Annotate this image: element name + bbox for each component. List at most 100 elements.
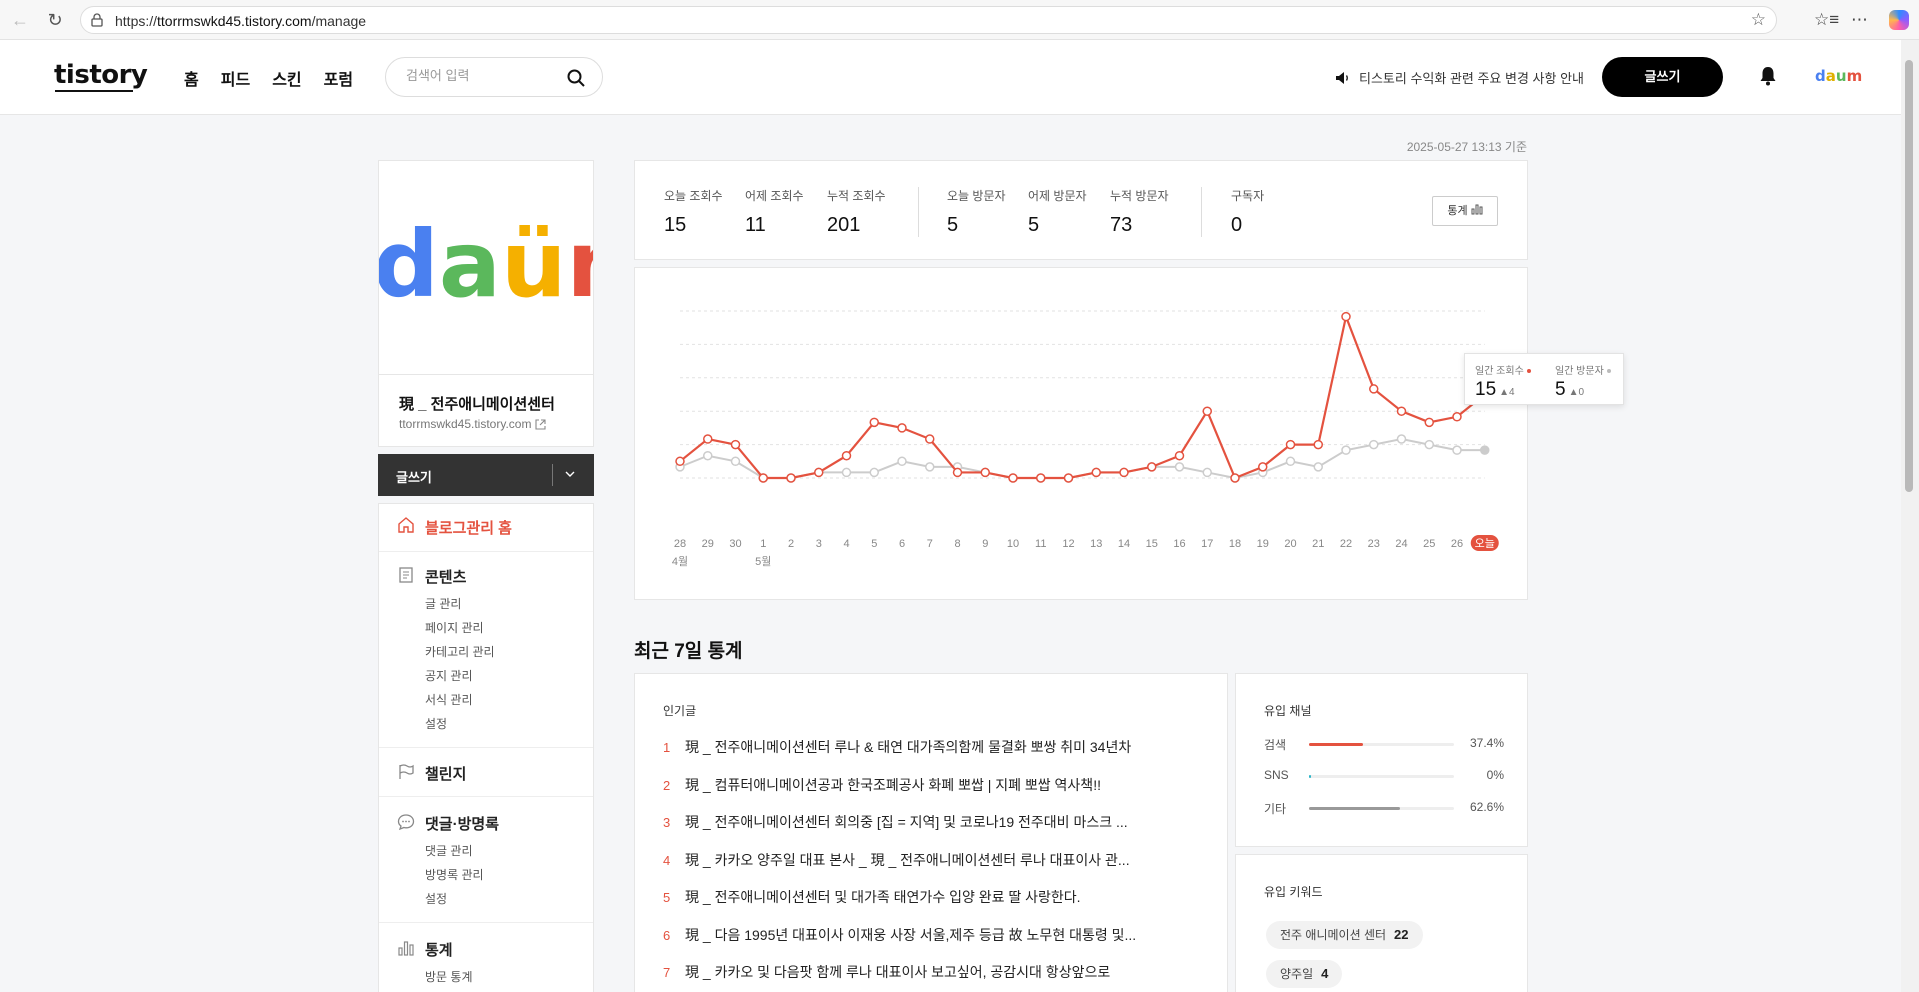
sidebar-subitem-notices[interactable]: 공지 관리 xyxy=(425,667,473,684)
x-tick-label: 6 xyxy=(899,538,905,550)
inflow-channel-row: 검색 37.4% xyxy=(1264,736,1504,752)
sidebar-subitem-guestbook-manage[interactable]: 방명록 관리 xyxy=(425,866,484,883)
data-point xyxy=(1174,450,1185,461)
stat-label: 오늘 방문자 xyxy=(947,189,1006,203)
nav-home[interactable]: 홈 xyxy=(184,66,199,90)
sidebar-item-comments[interactable]: 댓글·방명록 xyxy=(425,813,499,834)
channel-bar-fill xyxy=(1309,775,1311,778)
notice-banner[interactable]: 티스토리 수익화 관련 주요 변경 사항 안내 xyxy=(1335,68,1584,87)
recent-stats-title: 최근 7일 통계 xyxy=(634,641,743,662)
bell-icon[interactable] xyxy=(1759,66,1777,86)
data-point xyxy=(1202,406,1212,416)
popular-post-item[interactable]: 2 現 _ 컴퓨터애니메이션공과 한국조폐공사 화폐 뽀쌉 | 지폐 뽀쌉 역사책… xyxy=(663,775,1203,795)
popular-post-item[interactable]: 7 現 _ 카카오 및 다음팟 함께 루나 대표이사 보고싶어, 공감시대 항상앞… xyxy=(663,962,1203,982)
copilot-icon[interactable] xyxy=(1889,10,1909,30)
sidebar-subitem-templates[interactable]: 서식 관리 xyxy=(425,691,473,708)
inflow-label: 유입 채널 xyxy=(1264,704,1312,718)
blog-profile-image[interactable]: daüm xyxy=(379,161,593,375)
sidebar-subitem-comment-manage[interactable]: 댓글 관리 xyxy=(425,842,473,859)
data-point xyxy=(1091,467,1101,478)
divider xyxy=(379,796,593,797)
data-point xyxy=(1341,311,1351,322)
x-tick-label: 5 xyxy=(871,538,877,550)
channel-bar-fill xyxy=(1309,807,1400,810)
sidebar-item-challenge[interactable]: 챌린지 xyxy=(425,763,466,784)
sidebar-item-stats[interactable]: 통계 xyxy=(425,939,453,960)
x-tick-label: 13 xyxy=(1090,538,1102,550)
write-button[interactable]: 글쓰기 xyxy=(1602,57,1723,97)
tooltip-views-delta: ▲4 xyxy=(1499,387,1515,398)
keyword-chip[interactable]: 전주 애니메이션 센터 22 xyxy=(1266,921,1423,949)
sidebar-subitem-pages[interactable]: 페이지 관리 xyxy=(425,619,484,636)
sidebar-subitem-posts[interactable]: 글 관리 xyxy=(425,595,461,612)
x-tick-label: 11 xyxy=(1035,538,1046,550)
channel-value: 37.4% xyxy=(1469,736,1504,750)
sidebar-item-contents[interactable]: 콘텐츠 xyxy=(425,566,466,587)
data-point xyxy=(1341,445,1351,455)
tooltip-visitors-delta: ▲0 xyxy=(1568,387,1585,398)
tooltip-views-label: 일간 조회수 xyxy=(1475,366,1524,377)
channel-bar-track xyxy=(1309,743,1454,746)
data-point xyxy=(703,450,713,461)
stat-value: 5 xyxy=(1028,214,1040,236)
popular-post-item[interactable]: 1 現 _ 전주애니메이션센터 루나 & 태연 대가족의함께 물결화 뽀쌍 취미 … xyxy=(663,737,1203,757)
nav-forum[interactable]: 포럼 xyxy=(324,66,353,90)
scrollbar-thumb[interactable] xyxy=(1905,60,1913,492)
x-tick-label: 오늘 xyxy=(1475,537,1495,550)
tooltip-visitors: 일간 방문자 5 ▲0 xyxy=(1555,362,1611,401)
sidebar-subitem-comment-settings[interactable]: 설정 xyxy=(425,890,447,907)
keyword-chip[interactable]: 양주일 4 xyxy=(1266,960,1343,988)
popular-title: 現 _ 전주애니메이션센터 및 대가족 태연가수 입양 완료 딸 사랑한다. xyxy=(685,889,1081,905)
blog-name[interactable]: 現 _ 전주애니메이션센터 xyxy=(399,393,555,414)
browser-toolbar: ← ↻ https://ttorrmswkd45.tistory.com/man… xyxy=(0,0,1919,40)
x-tick-label: 14 xyxy=(1118,538,1130,550)
more-menu-icon[interactable]: ⋯ xyxy=(1851,9,1868,31)
inflow-channel-row: 기타 62.6% xyxy=(1264,800,1504,816)
popular-title: 現 _ 카카오 및 다음팟 함께 루나 대표이사 보고싶어, 공감시대 항상앞으… xyxy=(685,964,1111,980)
sidebar-write-label: 글쓰기 xyxy=(396,470,432,485)
svg-text:daüm: daüm xyxy=(379,211,593,318)
x-tick-label: 20 xyxy=(1284,538,1296,550)
x-tick-label: 16 xyxy=(1173,538,1185,550)
favorite-star-icon[interactable]: ☆ xyxy=(1751,10,1766,30)
popular-post-item[interactable]: 3 現 _ 전주애니메이션센터 회의중 [집 = 지역] 및 코로나19 전주대비… xyxy=(663,812,1203,832)
data-point xyxy=(1424,439,1434,450)
data-point xyxy=(925,462,935,472)
stat-value: 5 xyxy=(947,214,959,236)
x-month-label: 4월 xyxy=(672,555,688,568)
stats-button[interactable]: 통계 xyxy=(1432,196,1498,226)
chevron-down-icon[interactable] xyxy=(564,468,576,480)
notice-text: 티스토리 수익화 관련 주요 변경 사항 안내 xyxy=(1359,71,1584,86)
data-point xyxy=(1285,456,1296,467)
nav-skin[interactable]: 스킨 xyxy=(272,66,301,90)
data-point xyxy=(1230,473,1240,483)
x-tick-label: 26 xyxy=(1451,538,1463,550)
bar-chart-icon xyxy=(398,941,414,956)
divider xyxy=(379,551,593,552)
blog-url[interactable]: ttorrmswkd45.tistory.com xyxy=(399,417,546,431)
favorites-list-icon[interactable]: ☆≡ xyxy=(1814,9,1839,31)
stat-label: 구독자 xyxy=(1231,189,1265,203)
sidebar-subitem-content-settings[interactable]: 설정 xyxy=(425,715,447,732)
tistory-logo[interactable]: tistory xyxy=(54,60,148,92)
sidebar-write-button[interactable]: 글쓰기 xyxy=(378,454,594,496)
x-tick-label: 19 xyxy=(1257,538,1269,550)
x-tick-label: 2 xyxy=(788,538,794,550)
popular-post-item[interactable]: 4 現 _ 카카오 양주일 대표 본사 _ 現 _ 전주애니메이션센터 루나 대표… xyxy=(663,850,1203,870)
popular-post-item[interactable]: 6 現 _ 다음 1995년 대표이사 이재웅 사장 서울,제주 등급 故 노무현… xyxy=(663,925,1203,945)
nav-feed[interactable]: 피드 xyxy=(221,66,250,90)
search-icon[interactable] xyxy=(566,68,586,88)
data-point xyxy=(841,467,852,478)
sidebar-item-home[interactable]: 블로그관리 홈 xyxy=(425,517,512,538)
sidebar-subitem-visit-stats[interactable]: 방문 통계 xyxy=(425,968,473,985)
popular-post-item[interactable]: 5 現 _ 전주애니메이션센터 및 대가족 태연가수 입양 완료 딸 사랑한다. xyxy=(663,887,1203,907)
stat-total-views: 누적 조회수 201 xyxy=(827,187,886,237)
daum-logo[interactable]: daum xyxy=(1815,67,1862,85)
stat-subscribers: 구독자 0 xyxy=(1231,187,1264,237)
sidebar-subitem-categories[interactable]: 카테고리 관리 xyxy=(425,643,495,660)
popular-title: 現 _ 카카오 양주일 대표 본사 _ 現 _ 전주애니메이션센터 루나 대표이… xyxy=(685,851,1130,868)
address-bar[interactable]: https://ttorrmswkd45.tistory.com/manage … xyxy=(80,6,1777,34)
search-input[interactable] xyxy=(406,68,566,83)
reload-icon[interactable]: ↻ xyxy=(43,8,67,32)
back-icon[interactable]: ← xyxy=(8,8,32,32)
